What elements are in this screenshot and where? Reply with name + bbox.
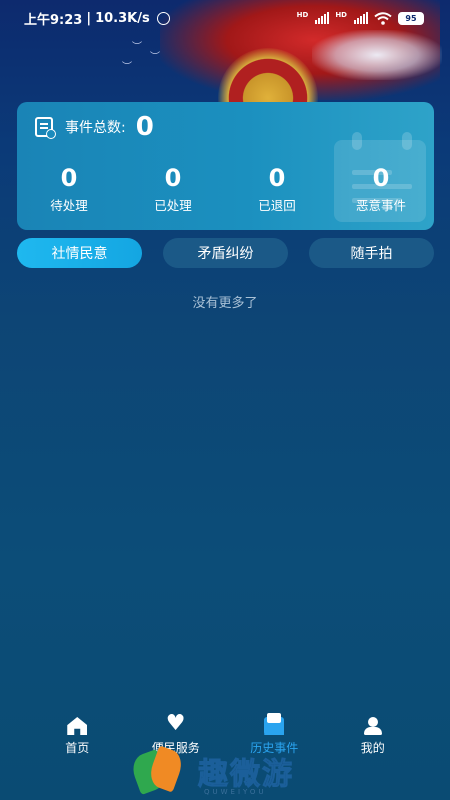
stat-value: 0 bbox=[372, 164, 390, 192]
total-row: 事件总数: 0 bbox=[35, 112, 154, 142]
category-tabs: 社情民意 矛盾纠纷 随手拍 bbox=[17, 238, 434, 268]
stats-row: 0 待处理 0 已处理 0 已退回 0 恶意事件 bbox=[17, 164, 434, 214]
tab-disputes[interactable]: 矛盾纠纷 bbox=[163, 238, 288, 268]
total-value: 0 bbox=[135, 112, 154, 142]
watermark-subtext: QUWEIYOU bbox=[204, 788, 267, 796]
battery-icon: 95 bbox=[398, 11, 424, 25]
status-bar: 上午9:23 | 10.3K/s HD HD 95 bbox=[0, 0, 450, 36]
stat-label: 已退回 bbox=[258, 198, 296, 213]
signal-icon-2 bbox=[354, 12, 368, 24]
total-label: 事件总数: bbox=[65, 120, 126, 136]
stat-value: 0 bbox=[60, 164, 78, 192]
tab-public-opinion[interactable]: 社情民意 bbox=[17, 238, 142, 268]
stat-malicious[interactable]: 0 恶意事件 bbox=[329, 164, 433, 214]
watermark-text: 趣微游 bbox=[198, 757, 294, 793]
bird-icon: ︶ bbox=[132, 42, 142, 53]
stat-label: 待处理 bbox=[50, 198, 88, 213]
status-left: 上午9:23 | 10.3K/s bbox=[24, 9, 170, 28]
tab-snapshot[interactable]: 随手拍 bbox=[309, 238, 434, 268]
status-separator: | bbox=[86, 10, 92, 26]
stat-processed[interactable]: 0 已处理 bbox=[121, 164, 225, 214]
document-icon bbox=[35, 117, 56, 139]
stat-value: 0 bbox=[164, 164, 182, 192]
mail-icon bbox=[264, 713, 285, 735]
user-icon bbox=[363, 717, 383, 735]
watermark-leaf-icon bbox=[128, 743, 186, 799]
nav-label: 首页 bbox=[65, 741, 90, 755]
status-right: HD HD 95 bbox=[296, 10, 424, 25]
wifi-icon bbox=[374, 11, 392, 25]
status-time: 上午9:23 bbox=[24, 12, 83, 28]
status-network-speed: 10.3K/s bbox=[95, 10, 150, 26]
watermark-logo: 趣微游 QUWEIYOU bbox=[128, 742, 340, 800]
hd-badge-1: HD bbox=[296, 10, 309, 19]
stat-value: 0 bbox=[268, 164, 286, 192]
home-icon bbox=[67, 717, 88, 735]
stat-label: 已处理 bbox=[154, 198, 192, 213]
bird-icon: ︶ bbox=[150, 52, 160, 63]
hd-badge-2: HD bbox=[335, 10, 347, 19]
nav-item-home[interactable]: 首页 bbox=[32, 710, 122, 760]
nav-label: 我的 bbox=[360, 741, 385, 755]
stat-pending[interactable]: 0 待处理 bbox=[17, 164, 121, 214]
signal-icon-1 bbox=[315, 12, 330, 24]
nav-item-profile[interactable]: 我的 bbox=[328, 710, 418, 760]
empty-list-message: 没有更多了 bbox=[192, 296, 258, 311]
cloud-decoration bbox=[312, 30, 442, 80]
stat-returned[interactable]: 0 已退回 bbox=[225, 164, 329, 214]
event-summary-card: 事件总数: 0 0 待处理 0 已处理 0 已退回 0 恶意事件 bbox=[17, 102, 434, 230]
bird-icon: ︶ bbox=[122, 62, 132, 73]
alarm-icon bbox=[156, 11, 170, 25]
heart-hand-icon bbox=[166, 711, 186, 736]
stat-label: 恶意事件 bbox=[355, 198, 406, 213]
